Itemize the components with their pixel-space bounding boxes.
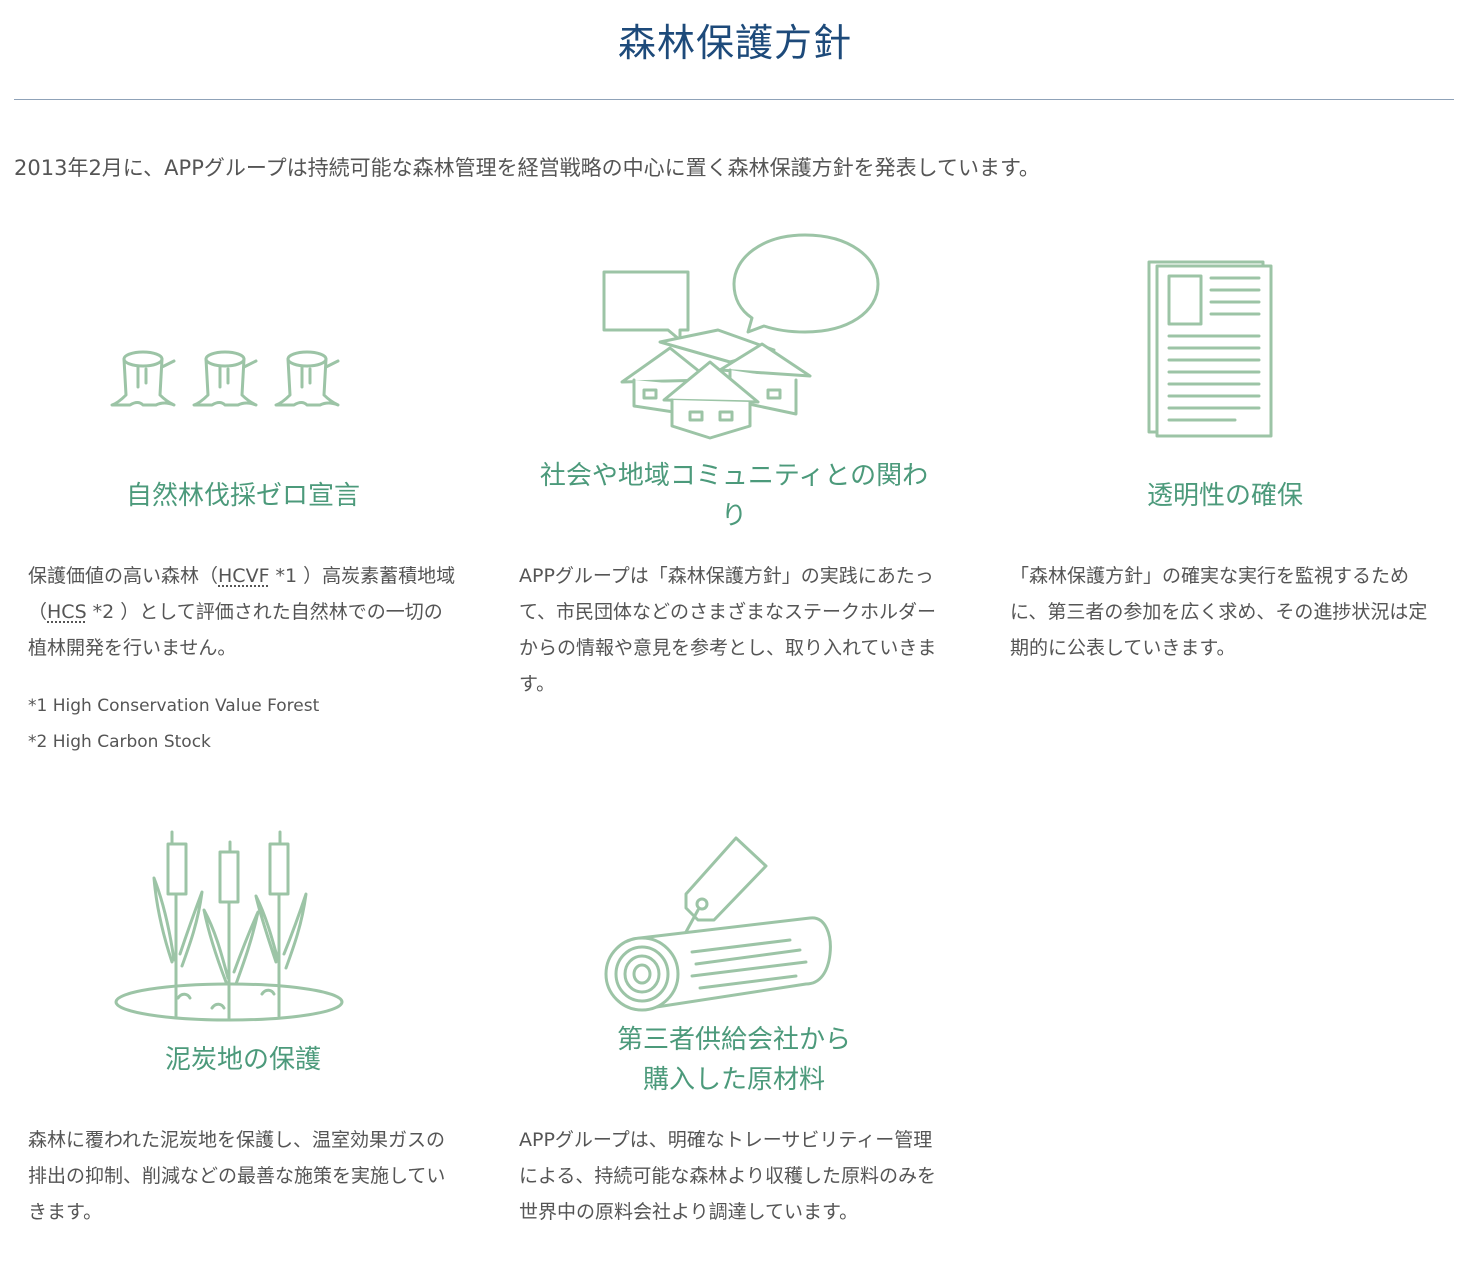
card-text-transparency: 「森林保護方針」の確実な実行を監視するために、第三者の参加を広く求め、その進捗状… xyxy=(1010,565,1428,659)
card-text-peatland: 森林に覆われた泥炭地を保護し、温室効果ガスの排出の抑制、削減などの最善な施策を実… xyxy=(28,1129,446,1223)
card-text-third-party: APPグループは、明確なトレーサビリティー管理による、持続可能な森林より収穫した… xyxy=(519,1129,937,1223)
card-title-line: 購入した原材料 xyxy=(642,1065,825,1095)
title-divider xyxy=(14,99,1454,100)
card-title-third-party: 第三者供給会社から 購入した原材料 xyxy=(519,1020,949,1100)
card-title-line: り xyxy=(720,501,747,531)
card-title-community: 社会や地域コミュニティとの関わ り xyxy=(519,456,949,536)
card-title-transparency: 透明性の確保 xyxy=(1146,481,1303,511)
card-text-zero-deforestation: 保護価値の高い森林（HCVF *1 ）高炭素蓄積地域（HCS *2 ）として評価… xyxy=(28,558,458,666)
intro-text: 2013年2月に、APPグループは持続可能な森林管理を経営戦略の中心に置く森林保… xyxy=(14,156,1040,180)
cattail-peatland-icon xyxy=(112,822,347,1028)
tagged-log-icon xyxy=(600,836,835,1018)
document-icon xyxy=(1145,258,1275,444)
card-title-zero-deforestation: 自然林伐採ゼロ宣言 xyxy=(125,481,360,511)
tree-stumps-icon xyxy=(108,345,353,419)
card-title-peatland: 泥炭地の保護 xyxy=(164,1045,321,1075)
card-text-community: APPグループは「森林保護方針」の実践にあたって、市民団体などのさまざまなステー… xyxy=(519,565,937,695)
card-text-part: 保護価値の高い森林（ xyxy=(28,565,219,587)
card-title-line: 社会や地域コミュニティとの関わ xyxy=(539,461,929,491)
community-speech-icon xyxy=(600,230,885,449)
abbr-hcvf: HCVF xyxy=(218,565,270,587)
abbr-hcs: HCS xyxy=(47,601,87,623)
page-title: 森林保護方針 xyxy=(617,21,852,65)
footnote-1: *1 High Conservation Value Forest xyxy=(28,696,320,716)
card-text-part: *2 ）として評価された自然林での一切の植林開発を行いません。 xyxy=(28,601,443,659)
card-title-line: 第三者供給会社から xyxy=(616,1025,851,1055)
footnote-2: *2 High Carbon Stock xyxy=(28,732,211,752)
